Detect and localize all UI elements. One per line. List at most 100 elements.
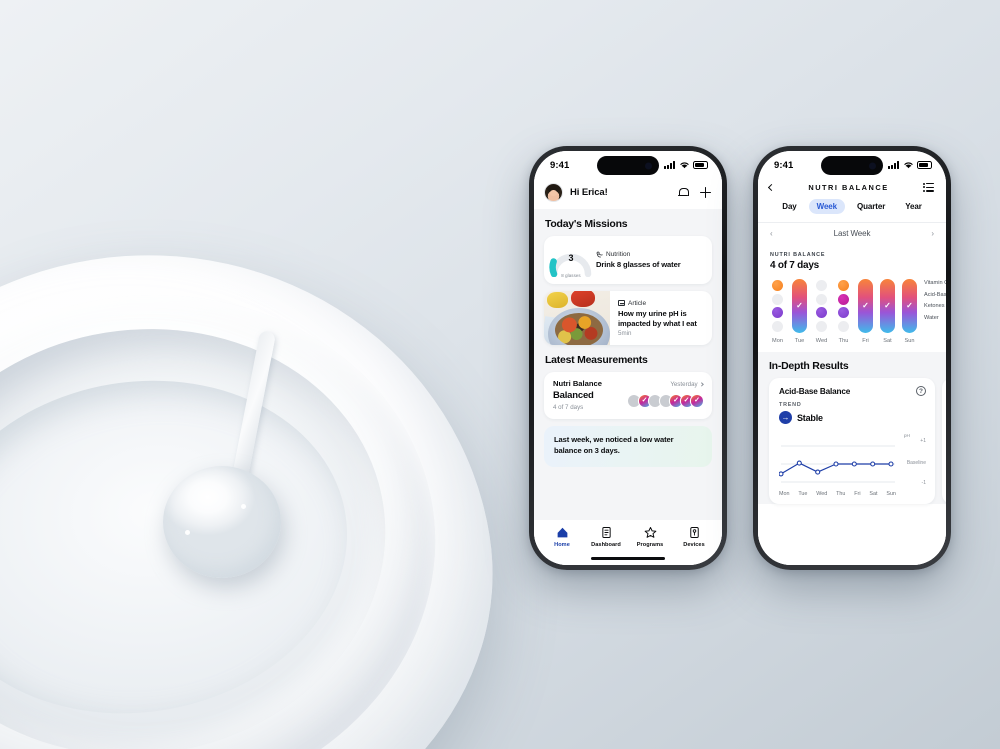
next-period-button[interactable]: › bbox=[931, 229, 934, 238]
card-title: Acid-Base Balance bbox=[779, 386, 851, 396]
mission-card-article[interactable]: Article How my urine pH is impacted by w… bbox=[544, 291, 712, 345]
phone1-screen: 9:41 Hi Erica! Today's Missions 3 8 glas… bbox=[534, 151, 722, 565]
legend-item-water: Water bbox=[924, 314, 939, 321]
column-track bbox=[836, 279, 851, 333]
heatmap-column-wed[interactable]: Wed bbox=[812, 279, 831, 344]
ph-day-label: Thu bbox=[836, 491, 846, 497]
ph-day-label: Sat bbox=[869, 491, 878, 497]
heatmap-cell-acid-base bbox=[816, 293, 827, 305]
heatmap-cell-water bbox=[772, 320, 783, 332]
tip-banner[interactable]: Last week, we noticed a low water balanc… bbox=[544, 426, 712, 467]
phone1-scroll-area[interactable]: Today's Missions 3 8 glasses Nutrition D… bbox=[534, 209, 722, 520]
tab-label: Programs bbox=[636, 542, 664, 548]
vitamin-c-card[interactable]: Vitamin C ✓ RESULT bbox=[942, 378, 946, 504]
tip-text: Last week, we noticed a low water balanc… bbox=[554, 435, 674, 455]
check-icon: ✓ bbox=[796, 301, 803, 310]
ph-day-label: Mon bbox=[779, 491, 790, 497]
tab-programs[interactable]: Programs bbox=[628, 526, 672, 548]
check-icon: ✓ bbox=[906, 301, 913, 310]
phone1-status-bar: 9:41 bbox=[534, 151, 722, 177]
trend-value: Stable bbox=[797, 412, 823, 423]
chart-unit-label: pH bbox=[903, 434, 910, 439]
cellular-signal-icon bbox=[664, 161, 675, 169]
tab-label: Home bbox=[554, 542, 570, 548]
heatmap-day-label: Mon bbox=[772, 338, 783, 344]
heatmap-cell-ketones bbox=[838, 307, 849, 319]
legend-item-ketones: Ketones bbox=[924, 303, 945, 309]
segment-year[interactable]: Year bbox=[897, 199, 930, 214]
bell-icon[interactable] bbox=[678, 187, 689, 198]
star-icon bbox=[644, 526, 657, 539]
phone-mockup-nutri-balance: 9:41 NUTRI BALANCE Day WeekQuarter Year bbox=[753, 146, 951, 570]
heatmap-column-fri[interactable]: ✓ Fri bbox=[856, 279, 875, 344]
period-label: Last Week bbox=[833, 229, 871, 238]
heatmap-column-thu[interactable]: Thu bbox=[834, 279, 853, 344]
help-icon[interactable]: ? bbox=[916, 386, 926, 396]
sensor-glint-icon bbox=[185, 530, 190, 535]
phone-mockup-home: 9:41 Hi Erica! Today's Missions 3 8 glas… bbox=[529, 146, 727, 570]
mission-card-water[interactable]: 3 8 glasses Nutrition Drink 8 glasses of… bbox=[544, 236, 712, 284]
in-depth-card-carousel[interactable]: Acid-Base Balance ? TREND → Stable pH +1… bbox=[758, 378, 946, 504]
tab-dashboard[interactable]: Dashboard bbox=[584, 526, 628, 548]
dynamic-island bbox=[821, 156, 883, 175]
nutri-balance-days: 4 of 7 days bbox=[553, 404, 584, 411]
column-track: ✓ bbox=[880, 279, 895, 333]
heatmap-columns: Mon ✓ Tue Wed Thu ✓ Fri ✓ Sat ✓ Sun bbox=[768, 279, 919, 344]
segment-week[interactable]: Week bbox=[808, 199, 846, 214]
tab-home[interactable]: Home bbox=[540, 526, 584, 548]
wifi-icon bbox=[903, 162, 913, 169]
legend-item-acid-base: Acid-Base bbox=[924, 291, 946, 298]
home-icon bbox=[556, 526, 569, 539]
heatmap-column-sat[interactable]: ✓ Sat bbox=[878, 279, 897, 344]
nutrition-icon bbox=[596, 251, 603, 257]
heatmap-cell-ketones bbox=[816, 307, 827, 319]
status-icons bbox=[664, 161, 708, 169]
y-axis-top-label: +1 bbox=[920, 438, 926, 444]
phone2-scroll-area[interactable]: NUTRI BALANCE 4 of 7 days Mon ✓ Tue Wed Thu ✓… bbox=[758, 244, 946, 565]
heatmap-column-sun[interactable]: ✓ Sun bbox=[900, 279, 919, 344]
segment-day[interactable]: Day bbox=[774, 199, 804, 214]
mission-tag-nutrition: Nutrition bbox=[596, 251, 703, 258]
heatmap-day-label: Sat bbox=[883, 338, 892, 344]
ph-day-label: Tue bbox=[798, 491, 808, 497]
sensor-glint-icon bbox=[241, 504, 246, 509]
column-track: ✓ bbox=[792, 279, 807, 333]
period-selector: ‹ Last Week › bbox=[758, 222, 946, 244]
status-icons bbox=[888, 161, 932, 169]
heatmap-column-mon[interactable]: Mon bbox=[768, 279, 787, 344]
ph-day-label: Sun bbox=[886, 491, 896, 497]
article-thumbnail bbox=[544, 291, 610, 345]
column-track bbox=[770, 279, 785, 333]
wifi-icon bbox=[679, 162, 689, 169]
device-icon bbox=[688, 526, 701, 539]
nutri-balance-timestamp: Yesterday bbox=[670, 381, 704, 388]
article-tag: Article bbox=[618, 300, 704, 307]
segment-quarter[interactable]: Quarter bbox=[849, 199, 893, 214]
check-icon: ✓ bbox=[884, 301, 891, 310]
water-ring-value: 3 bbox=[568, 253, 574, 263]
ph-day-label: Wed bbox=[816, 491, 828, 497]
cellular-signal-icon bbox=[888, 161, 899, 169]
nutri-balance-card[interactable]: Nutri Balance Yesterday Balanced 4 of 7 … bbox=[544, 372, 712, 419]
mission-tag-label: Nutrition bbox=[606, 250, 631, 258]
heatmap-column-tue[interactable]: ✓ Tue bbox=[790, 279, 809, 344]
list-icon[interactable] bbox=[922, 182, 934, 193]
avatar[interactable] bbox=[544, 183, 563, 202]
y-axis-mid-label: Baseline bbox=[906, 460, 926, 466]
period-segmented-control: Day Week Quarter Year bbox=[758, 199, 946, 222]
phone1-content: Hi Erica! Today's Missions 3 8 glasses N… bbox=[534, 177, 722, 565]
heatmap-day-label: Tue bbox=[794, 338, 805, 344]
heatmap-day-label: Fri bbox=[862, 338, 869, 344]
tab-devices[interactable]: Devices bbox=[672, 526, 716, 548]
heatmap-cell-acid-base bbox=[772, 293, 783, 305]
plus-icon[interactable] bbox=[700, 187, 711, 198]
acid-base-balance-card[interactable]: Acid-Base Balance ? TREND → Stable pH +1… bbox=[769, 378, 935, 504]
missions-section-title: Today's Missions bbox=[545, 218, 628, 230]
in-depth-results-section: In-Depth Results Acid-Base Balance ? TRE… bbox=[758, 352, 946, 504]
x-axis-day-labels: Mon Tue Wed Thu Fri Sat Sun bbox=[779, 491, 926, 497]
legend-item-vitamin-c: Vitamin C bbox=[924, 280, 946, 286]
column-track: ✓ bbox=[902, 279, 917, 333]
article-headline: How my urine pH is impacted by what I ea… bbox=[618, 308, 697, 328]
scene-root: 9:41 Hi Erica! Today's Missions 3 8 glas… bbox=[0, 0, 1000, 749]
in-depth-results-title: In-Depth Results bbox=[769, 360, 849, 372]
